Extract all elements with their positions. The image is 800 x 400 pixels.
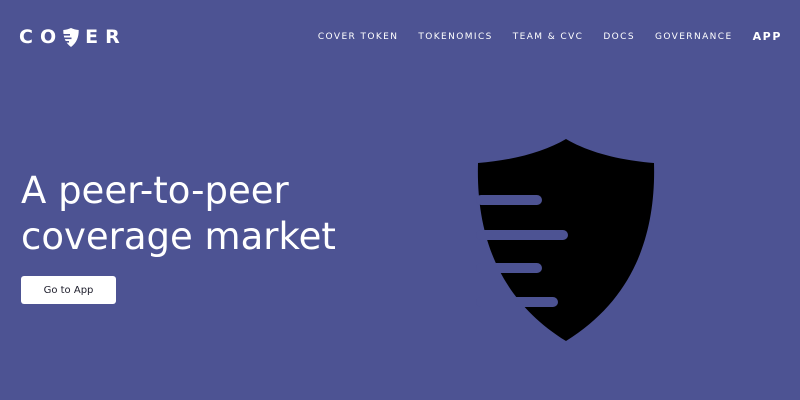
cover-logo[interactable]: CO ER xyxy=(19,26,127,48)
logo-text-right: ER xyxy=(85,26,127,48)
nav-item-docs[interactable]: DOCS xyxy=(603,32,635,42)
nav-item-cover-token[interactable]: COVER TOKEN xyxy=(318,32,398,42)
nav-item-team-cvc[interactable]: TEAM & CVC xyxy=(513,32,584,42)
hero-title-line-2: coverage market xyxy=(21,215,336,258)
nav-item-app[interactable]: APP xyxy=(753,30,782,43)
nav-item-tokenomics[interactable]: TOKENOMICS xyxy=(418,32,492,42)
nav-item-governance[interactable]: GOVERNANCE xyxy=(655,32,733,42)
hero-title-line-1: A peer-to-peer xyxy=(21,169,289,212)
shield-icon xyxy=(476,139,656,341)
go-to-app-button[interactable]: Go to App xyxy=(21,276,116,304)
shield-icon xyxy=(63,27,79,47)
top-nav: COVER TOKEN TOKENOMICS TEAM & CVC DOCS G… xyxy=(298,30,782,43)
hero-title: A peer-to-peer coverage market xyxy=(21,168,401,260)
logo-text-left: CO xyxy=(19,26,64,48)
